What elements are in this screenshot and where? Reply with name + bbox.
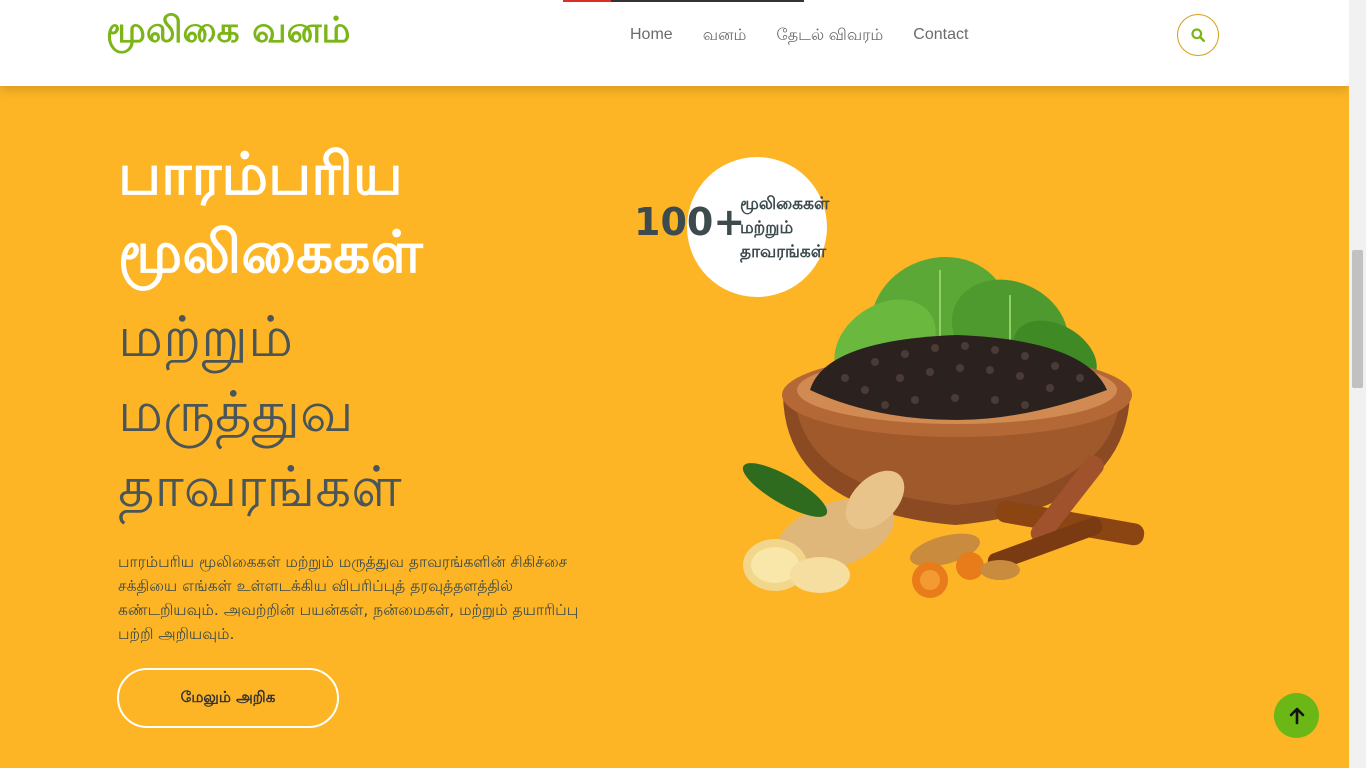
nav-vanam[interactable]: வனம்	[703, 26, 747, 46]
hero-subtitle-line2: மருத்துவ	[118, 380, 354, 445]
hero-subtitle-line3: தாவரங்கள்	[118, 455, 402, 520]
site-logo[interactable]: மூலிகை வனம்	[106, 10, 351, 56]
turmeric	[910, 533, 1020, 598]
site-header: மூலிகை வனம் Home வனம் தேடல் விவரம் Conta…	[0, 0, 1349, 86]
herbs-bowl-image	[742, 257, 1145, 598]
search-icon	[1191, 28, 1205, 42]
nav-contact[interactable]: Contact	[913, 26, 968, 46]
arrow-up-icon	[1289, 707, 1304, 724]
topbar-accent	[563, 0, 611, 2]
badge-number: 100+	[634, 200, 746, 244]
hero-subtitle-line1: மற்றும்	[118, 305, 294, 370]
hero-title-line2: மூலிகைகள்	[118, 218, 423, 286]
hero-title-line1: பாரம்பரிய	[118, 140, 403, 208]
hero-title: பாரம்பரிய மூலிகைகள்	[118, 135, 423, 291]
back-to-top-button[interactable]	[1274, 693, 1319, 738]
hero-description: பாரம்பரிய மூலிகைகள் மற்றும் மருத்துவ தாவ…	[118, 553, 579, 643]
learn-more-button[interactable]: மேலும் அறிக	[117, 668, 339, 728]
badge-line2: மற்றும்	[740, 218, 794, 238]
badge-line1: மூலிகைகள்	[740, 194, 830, 214]
page-scrollbar[interactable]	[1349, 0, 1366, 768]
main-nav: Home வனம் தேடல் விவரம் Contact	[630, 26, 968, 46]
topbar-line	[611, 0, 804, 2]
search-button[interactable]	[1177, 14, 1219, 56]
hero-subtitle: மற்றும் மருத்துவ தாவரங்கள்	[118, 300, 402, 525]
nav-search-details[interactable]: தேடல் விவரம்	[776, 26, 883, 46]
scrollbar-thumb[interactable]	[1352, 250, 1363, 388]
nav-home[interactable]: Home	[630, 26, 673, 46]
